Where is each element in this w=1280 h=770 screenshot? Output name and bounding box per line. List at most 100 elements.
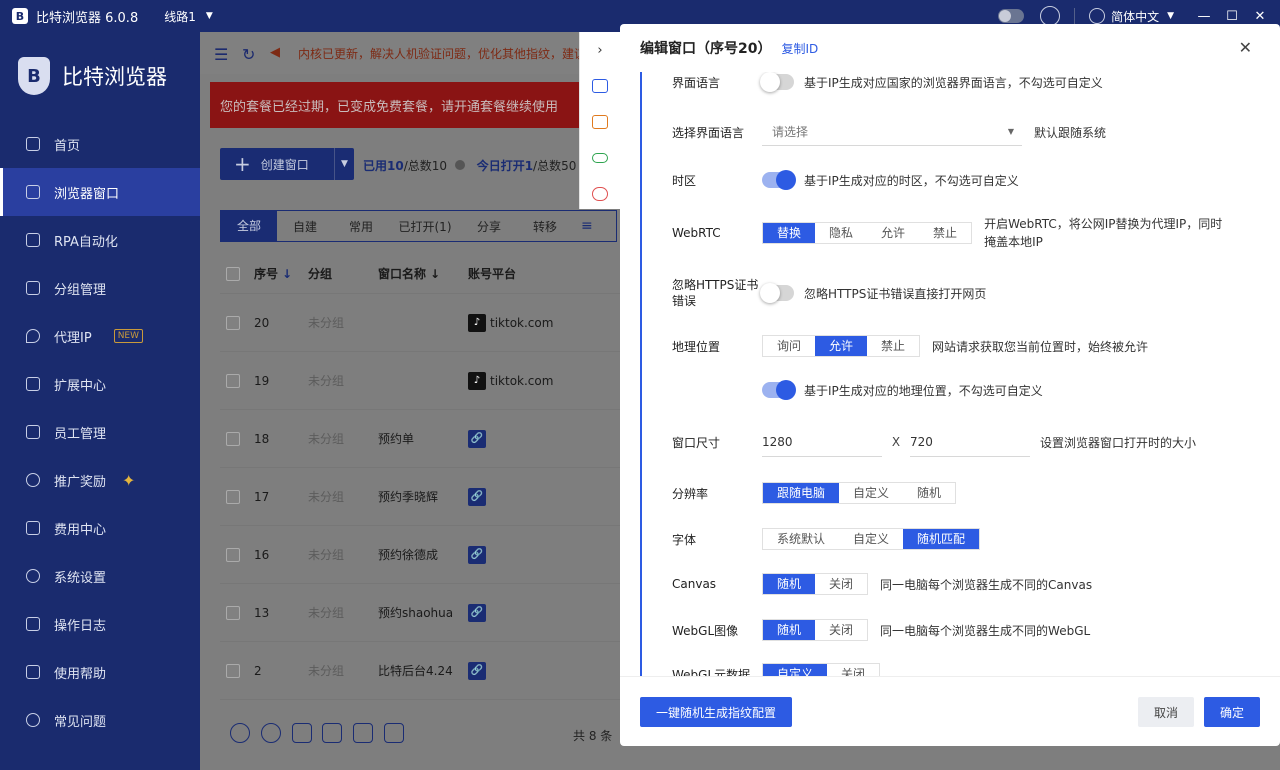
geo-ask[interactable]: 询问 <box>763 336 815 356</box>
sidebar-item-groups[interactable]: 分组管理 <box>0 264 200 312</box>
refresh-icon[interactable]: ↻ <box>242 45 260 64</box>
link-icon[interactable]: 🔗 <box>468 545 486 564</box>
https-switch[interactable] <box>760 283 794 303</box>
info-icon[interactable] <box>454 160 465 170</box>
geo-forbid[interactable]: 禁止 <box>867 336 919 356</box>
copy-id-link[interactable]: 复制ID <box>781 40 818 57</box>
table-row[interactable]: 19 未分组 ♪ tiktok.com <box>220 352 620 410</box>
font-random[interactable]: 随机匹配 <box>903 529 980 549</box>
chevron-down-icon[interactable]: ▼ <box>206 11 213 21</box>
webgl-off[interactable]: 关闭 <box>815 620 867 640</box>
sidebar-item-billing[interactable]: 费用中心 <box>0 504 200 552</box>
close-square-icon[interactable] <box>292 723 312 743</box>
language-select[interactable]: 简体中文 <box>1111 8 1159 25</box>
sort-arrow-icon[interactable]: ↓ <box>430 267 440 281</box>
close-icon[interactable]: ✕ <box>1239 38 1252 57</box>
resolution-custom[interactable]: 自定义 <box>839 483 903 503</box>
webrtc-privacy[interactable]: 隐私 <box>815 223 867 243</box>
trash-restore-icon[interactable] <box>353 723 373 743</box>
webgl-meta-off[interactable]: 关闭 <box>827 664 879 676</box>
webgl-meta-custom[interactable]: 自定义 <box>763 664 828 676</box>
row-checkbox[interactable] <box>226 605 240 620</box>
language-select[interactable]: 请选择 ▼ <box>762 118 1022 146</box>
tab-common[interactable]: 常用 <box>333 218 389 235</box>
tool-fingerprint[interactable] <box>580 176 620 212</box>
row-checkbox[interactable] <box>226 431 240 446</box>
maximize-button[interactable]: ☐ <box>1218 9 1246 24</box>
sort-lines-icon[interactable]: ≡ <box>581 218 593 234</box>
window-icon[interactable] <box>322 723 342 743</box>
support-icon[interactable] <box>1040 6 1061 26</box>
tab-all[interactable]: 全部 <box>221 211 277 241</box>
ui-language-switch[interactable] <box>760 72 794 92</box>
tool-toggle[interactable] <box>580 140 620 176</box>
sidebar-item-logs[interactable]: 操作日志 <box>0 600 200 648</box>
minimize-button[interactable]: — <box>1190 9 1218 24</box>
table-row[interactable]: 18 未分组 预约单 🔗 <box>220 410 620 468</box>
geo-ip-switch[interactable] <box>762 380 796 400</box>
tool-ip[interactable] <box>580 104 620 140</box>
webgl-random[interactable]: 随机 <box>763 620 816 640</box>
webrtc-replace[interactable]: 替换 <box>763 223 816 243</box>
random-fingerprint-button[interactable]: 一键随机生成指纹配置 <box>640 697 792 727</box>
resolution-follow[interactable]: 跟随电脑 <box>763 483 840 503</box>
sidebar-item-extensions[interactable]: 扩展中心 <box>0 360 200 408</box>
row-checkbox[interactable] <box>226 373 240 388</box>
width-input[interactable]: 1280 <box>762 427 882 457</box>
link-icon[interactable]: 🔗 <box>468 603 486 622</box>
close-circle-icon[interactable] <box>261 723 281 743</box>
column-header[interactable]: 序号 ↓ <box>254 265 308 282</box>
tool-basic[interactable] <box>580 68 620 104</box>
webrtc-allow[interactable]: 允许 <box>867 223 919 243</box>
menu-toggle-icon[interactable]: ☰ <box>214 45 232 64</box>
chevron-down-icon[interactable]: ▼ <box>334 148 354 180</box>
table-row[interactable]: 17 未分组 预约季晓辉 🔗 <box>220 468 620 526</box>
route-select[interactable]: 线路1 <box>164 8 196 25</box>
tab-self-built[interactable]: 自建 <box>277 218 333 235</box>
sidebar-item-staff[interactable]: 员工管理 <box>0 408 200 456</box>
table-row[interactable]: 2 未分组 比特后台4.24 🔗 <box>220 642 620 700</box>
timezone-switch[interactable] <box>762 170 796 190</box>
sidebar-item-proxy[interactable]: 代理IP NEW <box>0 312 200 360</box>
sort-arrow-icon[interactable]: ↓ <box>282 267 292 281</box>
table-row[interactable]: 20 未分组 ♪ tiktok.com <box>220 294 620 352</box>
sidebar-item-faq[interactable]: 常见问题 <box>0 696 200 744</box>
tab-transfer[interactable]: 转移 <box>517 218 573 235</box>
row-checkbox[interactable] <box>226 663 240 678</box>
sidebar-item-rpa[interactable]: RPA自动化 <box>0 216 200 264</box>
link-icon[interactable]: 🔗 <box>468 661 486 680</box>
row-checkbox[interactable] <box>226 547 240 562</box>
confirm-button[interactable]: 确定 <box>1204 697 1260 727</box>
row-checkbox[interactable] <box>226 489 240 504</box>
link-icon[interactable]: 🔗 <box>468 487 486 506</box>
create-window-button[interactable]: + 创建窗口 ▼ <box>220 148 354 180</box>
geo-allow[interactable]: 允许 <box>815 336 868 356</box>
link-icon[interactable]: 🔗 <box>468 429 486 448</box>
canvas-off[interactable]: 关闭 <box>815 574 867 594</box>
close-window-button[interactable]: ✕ <box>1246 9 1274 24</box>
font-system[interactable]: 系统默认 <box>763 529 839 549</box>
height-input[interactable]: 720 <box>910 427 1030 457</box>
sidebar-item-referral[interactable]: 推广奖励 ✦ <box>0 456 200 504</box>
cancel-button[interactable]: 取消 <box>1138 697 1194 727</box>
tab-shared[interactable]: 分享 <box>461 218 517 235</box>
chrome-icon[interactable] <box>230 723 250 743</box>
sidebar-item-help[interactable]: 使用帮助 <box>0 648 200 696</box>
sidebar-item-browser-windows[interactable]: 浏览器窗口 <box>0 168 200 216</box>
webrtc-forbid[interactable]: 禁止 <box>919 223 971 243</box>
table-row[interactable]: 16 未分组 预约徐德成 🔗 <box>220 526 620 584</box>
chevron-down-icon[interactable]: ▼ <box>1167 11 1174 21</box>
row-checkbox[interactable] <box>226 315 240 330</box>
tab-opened[interactable]: 已打开(1) <box>389 218 461 235</box>
canvas-random[interactable]: 随机 <box>763 574 816 594</box>
font-custom[interactable]: 自定义 <box>839 529 903 549</box>
select-all-checkbox[interactable] <box>226 266 240 281</box>
column-header[interactable]: 窗口名称 ↓ <box>378 265 468 282</box>
sidebar-item-settings[interactable]: 系统设置 <box>0 552 200 600</box>
sidebar-item-home[interactable]: 首页 <box>0 120 200 168</box>
table-row[interactable]: 13 未分组 预约shaohua 🔗 <box>220 584 620 642</box>
collapse-button[interactable]: › <box>580 32 620 68</box>
resolution-random[interactable]: 随机 <box>903 483 955 503</box>
trash-icon[interactable] <box>384 723 404 743</box>
theme-toggle[interactable] <box>998 9 1025 23</box>
